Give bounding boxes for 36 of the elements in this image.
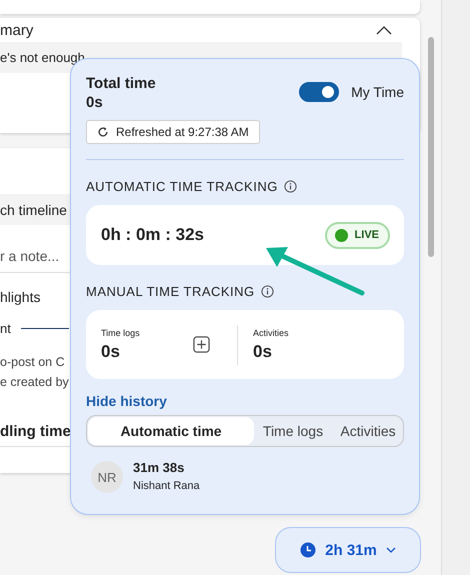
info-icon[interactable] xyxy=(260,284,274,298)
post-text: e created by xyxy=(0,374,70,391)
post-text: o-post on C xyxy=(0,354,66,371)
hide-history-link[interactable]: Hide history xyxy=(86,393,167,409)
section-heading: AUTOMATIC TIME TRACKING xyxy=(86,178,278,194)
stat-label: Activities xyxy=(253,328,289,338)
avatar: NR xyxy=(91,461,123,493)
tab[interactable]: Activities xyxy=(332,417,404,445)
section-title: dling time xyxy=(0,422,71,440)
total-time-value: 0s xyxy=(86,94,104,111)
summary-text: e's not enough xyxy=(0,50,85,65)
section-heading: MANUAL TIME TRACKING xyxy=(86,284,255,298)
refresh-button[interactable]: Refreshed at 9:27:38 AM xyxy=(86,120,260,144)
stat-value: 0s xyxy=(253,342,273,362)
highlights-label: hlights xyxy=(0,289,40,305)
tab-label[interactable]: nt xyxy=(0,320,11,336)
stat-value: 0s xyxy=(101,342,121,362)
stat-label: Time logs xyxy=(101,328,140,338)
duration-text: 31m 38s xyxy=(133,460,186,475)
add-icon[interactable] xyxy=(193,336,210,353)
user-name: Nishant Rana xyxy=(133,480,200,492)
chevron-down-icon xyxy=(386,547,396,553)
timer-text: 0h : 0m : 32s xyxy=(101,225,204,245)
toggle-label: My Time xyxy=(351,84,404,100)
total-time-label: Total time xyxy=(86,75,156,92)
chevron-up-icon[interactable] xyxy=(376,25,392,35)
timeline-search-field[interactable]: ch timeline xyxy=(0,194,70,225)
tab[interactable]: Time logs xyxy=(254,417,332,445)
clock-icon xyxy=(300,542,316,558)
info-icon[interactable] xyxy=(284,180,297,192)
tab[interactable]: Automatic time xyxy=(88,417,254,445)
section-title: mary xyxy=(0,22,34,38)
time-total-button[interactable]: 2h 31m xyxy=(275,527,421,573)
live-badge: LIVE xyxy=(324,222,390,248)
refresh-icon xyxy=(97,126,109,138)
toggle-switch[interactable] xyxy=(299,82,340,102)
